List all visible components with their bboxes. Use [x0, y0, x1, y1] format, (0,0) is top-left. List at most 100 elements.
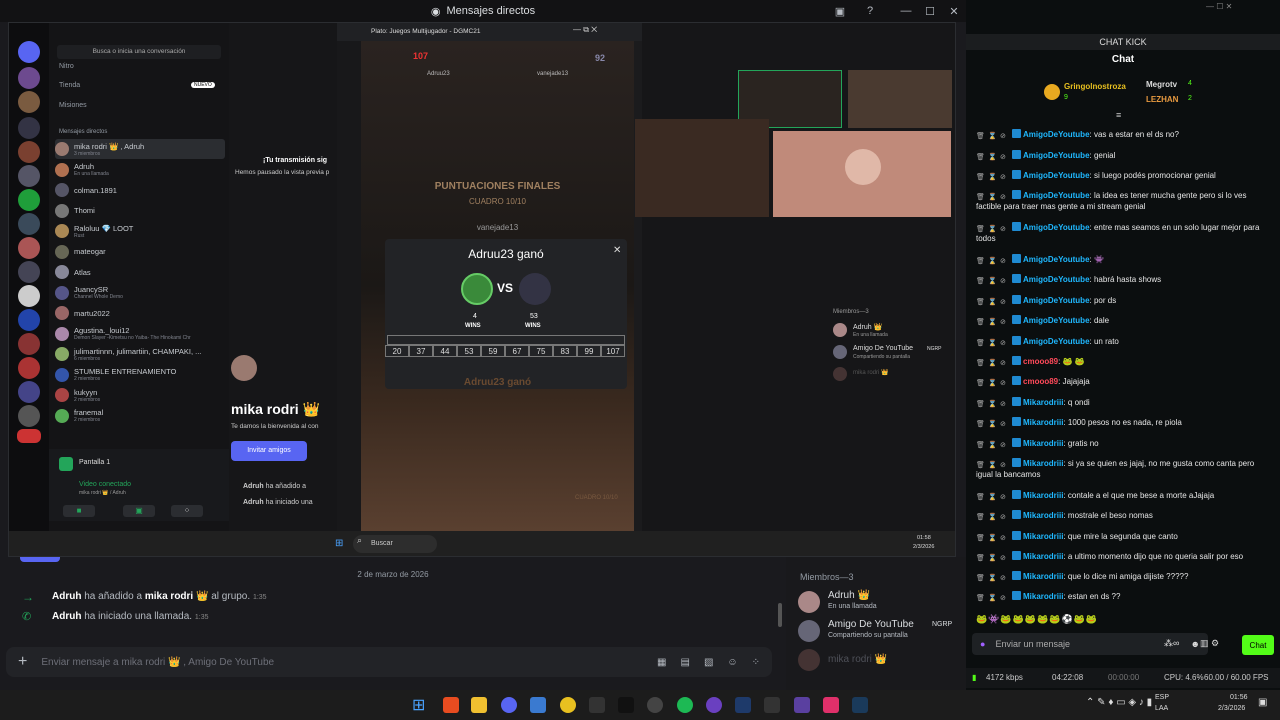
- apps-icon[interactable]: ⁘: [752, 657, 760, 668]
- server-icon[interactable]: [18, 405, 40, 427]
- chat-message[interactable]: 🗑 ⌛ ⊘ Mikarodriii: a ultimo momento dijo qu…: [976, 551, 1270, 562]
- member-2[interactable]: Amigo De YouTube: [828, 619, 914, 630]
- app-icon[interactable]: [764, 697, 780, 713]
- chat-message[interactable]: 🗑 ⌛ ⊘ AmigoDeYoutube: genial: [976, 150, 1270, 161]
- ban-icon[interactable]: ⊘: [1000, 460, 1007, 469]
- dm-item[interactable]: mika rodri 👑 , Adruh 3 miembros: [55, 139, 225, 159]
- delete-icon[interactable]: 🗑: [976, 492, 985, 501]
- kick-tools-icon[interactable]: ⁂∞: [1164, 638, 1179, 649]
- capcut-icon[interactable]: [589, 697, 605, 713]
- server-icon[interactable]: [18, 261, 40, 283]
- gifter-3-name[interactable]: LEZHAN: [1146, 95, 1178, 104]
- chat-message[interactable]: 🗑 ⌛ ⊘ Mikarodriii: estan en ds ??: [976, 591, 1270, 602]
- chat-username[interactable]: cmooo89: [1023, 357, 1058, 366]
- delete-icon[interactable]: 🗑: [976, 440, 985, 449]
- chat-message[interactable]: 🗑 ⌛ ⊘ cmooo89: Jajajaja: [976, 376, 1270, 387]
- chat-username[interactable]: Mikarodriii: [1023, 532, 1063, 541]
- chat-message[interactable]: 🗑 ⌛ ⊘ AmigoDeYoutube: por ds: [976, 295, 1270, 306]
- server-icon[interactable]: [18, 333, 40, 355]
- chat-username[interactable]: Mikarodriii: [1023, 459, 1063, 468]
- nav-misiones[interactable]: Misiones: [59, 102, 87, 109]
- steam-icon[interactable]: [852, 697, 868, 713]
- clock[interactable]: 01:56: [1230, 694, 1248, 701]
- emoji-icon[interactable]: ☻: [1191, 639, 1200, 649]
- chat-username[interactable]: AmigoDeYoutube: [1023, 255, 1090, 264]
- delete-icon[interactable]: 🗑: [976, 533, 985, 542]
- inner-member-1[interactable]: Adruh 👑: [853, 323, 882, 331]
- chat-message[interactable]: 🗑 ⌛ ⊘ AmigoDeYoutube: un rato: [976, 336, 1270, 347]
- delete-icon[interactable]: 🗑: [976, 192, 985, 201]
- delete-icon[interactable]: 🗑: [976, 317, 985, 326]
- voice-channel-name[interactable]: Pantalla 1: [79, 459, 110, 466]
- photoshop-icon[interactable]: [735, 697, 751, 713]
- delete-icon[interactable]: 🗑: [976, 256, 985, 265]
- chat-username[interactable]: Mikarodriii: [1023, 592, 1063, 601]
- dm-item[interactable]: Raloluu 💎 LOOT Rust: [55, 221, 225, 241]
- timeout-icon[interactable]: ⌛: [988, 533, 997, 542]
- delete-icon[interactable]: 🗑: [976, 172, 985, 181]
- timeout-icon[interactable]: ⌛: [988, 276, 997, 285]
- chat-message[interactable]: 🗑 ⌛ ⊘ Mikarodriii: gratis no: [976, 438, 1270, 449]
- timeout-icon[interactable]: ⌛: [988, 553, 997, 562]
- ban-icon[interactable]: ⊘: [1000, 440, 1007, 449]
- chat-username[interactable]: Mikarodriii: [1023, 398, 1063, 407]
- help-icon[interactable]: ?: [858, 0, 882, 22]
- ban-icon[interactable]: ⊘: [1000, 553, 1007, 562]
- chat-message[interactable]: 🗑 ⌛ ⊘ Mikarodriii: si ya se quien es jajaj,…: [976, 458, 1270, 480]
- pinned-toggle-icon[interactable]: ≡: [1116, 110, 1121, 120]
- chat-message[interactable]: 🗑 ⌛ ⊘ AmigoDeYoutube: habrá hasta shows: [976, 274, 1270, 285]
- windows-start-icon[interactable]: ⊞: [335, 538, 343, 549]
- timeout-icon[interactable]: ⌛: [988, 256, 997, 265]
- delete-icon[interactable]: 🗑: [976, 460, 985, 469]
- ban-icon[interactable]: ⊘: [1000, 573, 1007, 582]
- dm-item[interactable]: STUMBLE ENTRENAMIENTO 2 miembros: [55, 365, 225, 385]
- video-tile-3[interactable]: [635, 119, 769, 217]
- dm-item[interactable]: martu2022: [55, 303, 225, 323]
- timeout-icon[interactable]: ⌛: [988, 460, 997, 469]
- ban-icon[interactable]: ⊘: [1000, 256, 1007, 265]
- ban-icon[interactable]: ⊘: [1000, 419, 1007, 428]
- inner-member-2[interactable]: Amigo De YouTube: [853, 345, 913, 352]
- server-icon[interactable]: [18, 285, 40, 307]
- brave-icon[interactable]: [443, 697, 459, 713]
- dm-item[interactable]: colman.1891: [55, 180, 225, 200]
- gif-icon[interactable]: ▤: [680, 657, 689, 668]
- delete-icon[interactable]: 🗑: [976, 399, 985, 408]
- activities-button[interactable]: ⁘: [171, 505, 203, 517]
- chat-username[interactable]: AmigoDeYoutube: [1023, 171, 1090, 180]
- inner-search-input[interactable]: Buscar: [353, 535, 437, 553]
- gift-icon[interactable]: ▦: [657, 657, 666, 668]
- gifter-2-name[interactable]: Megrotv: [1146, 80, 1177, 89]
- chat-username[interactable]: Mikarodriii: [1023, 439, 1063, 448]
- timeout-icon[interactable]: ⌛: [988, 358, 997, 367]
- ban-icon[interactable]: ⊘: [1000, 593, 1007, 602]
- timeout-icon[interactable]: ⌛: [988, 152, 997, 161]
- timeout-icon[interactable]: ⌛: [988, 512, 997, 521]
- delete-icon[interactable]: 🗑: [976, 131, 985, 140]
- timeout-icon[interactable]: ⌛: [988, 378, 997, 387]
- server-icon[interactable]: [18, 141, 40, 163]
- server-icon[interactable]: [18, 67, 40, 89]
- ban-icon[interactable]: ⊘: [1000, 399, 1007, 408]
- ban-icon[interactable]: ⊘: [1000, 358, 1007, 367]
- chat-username[interactable]: Mikarodriii: [1023, 491, 1063, 500]
- chat-username[interactable]: AmigoDeYoutube: [1023, 296, 1090, 305]
- game-window-controls[interactable]: — ⧉ ✕: [573, 25, 597, 35]
- delete-icon[interactable]: 🗑: [976, 297, 985, 306]
- chat-username[interactable]: AmigoDeYoutube: [1023, 316, 1090, 325]
- timeout-icon[interactable]: ⌛: [988, 440, 997, 449]
- new-badge[interactable]: [17, 429, 41, 443]
- member-1[interactable]: Adruh 👑: [828, 590, 870, 601]
- delete-icon[interactable]: 🗑: [976, 419, 985, 428]
- delete-icon[interactable]: 🗑: [976, 276, 985, 285]
- server-icon[interactable]: [18, 381, 40, 403]
- chat-message[interactable]: 🗑 ⌛ ⊘ Mikarodriii: q ondi: [976, 397, 1270, 408]
- ban-icon[interactable]: ⊘: [1000, 172, 1007, 181]
- video-tile-2[interactable]: [848, 70, 952, 128]
- ban-icon[interactable]: ⊘: [1000, 533, 1007, 542]
- dm-item[interactable]: julimartinnn, julimartiin, CHAMPAKI, ...…: [55, 344, 225, 364]
- chat-message[interactable]: 🗑 ⌛ ⊘ AmigoDeYoutube: la idea es tener much…: [976, 190, 1270, 212]
- server-icon[interactable]: [18, 91, 40, 113]
- chat-username[interactable]: Mikarodriii: [1023, 511, 1063, 520]
- delete-icon[interactable]: 🗑: [976, 573, 985, 582]
